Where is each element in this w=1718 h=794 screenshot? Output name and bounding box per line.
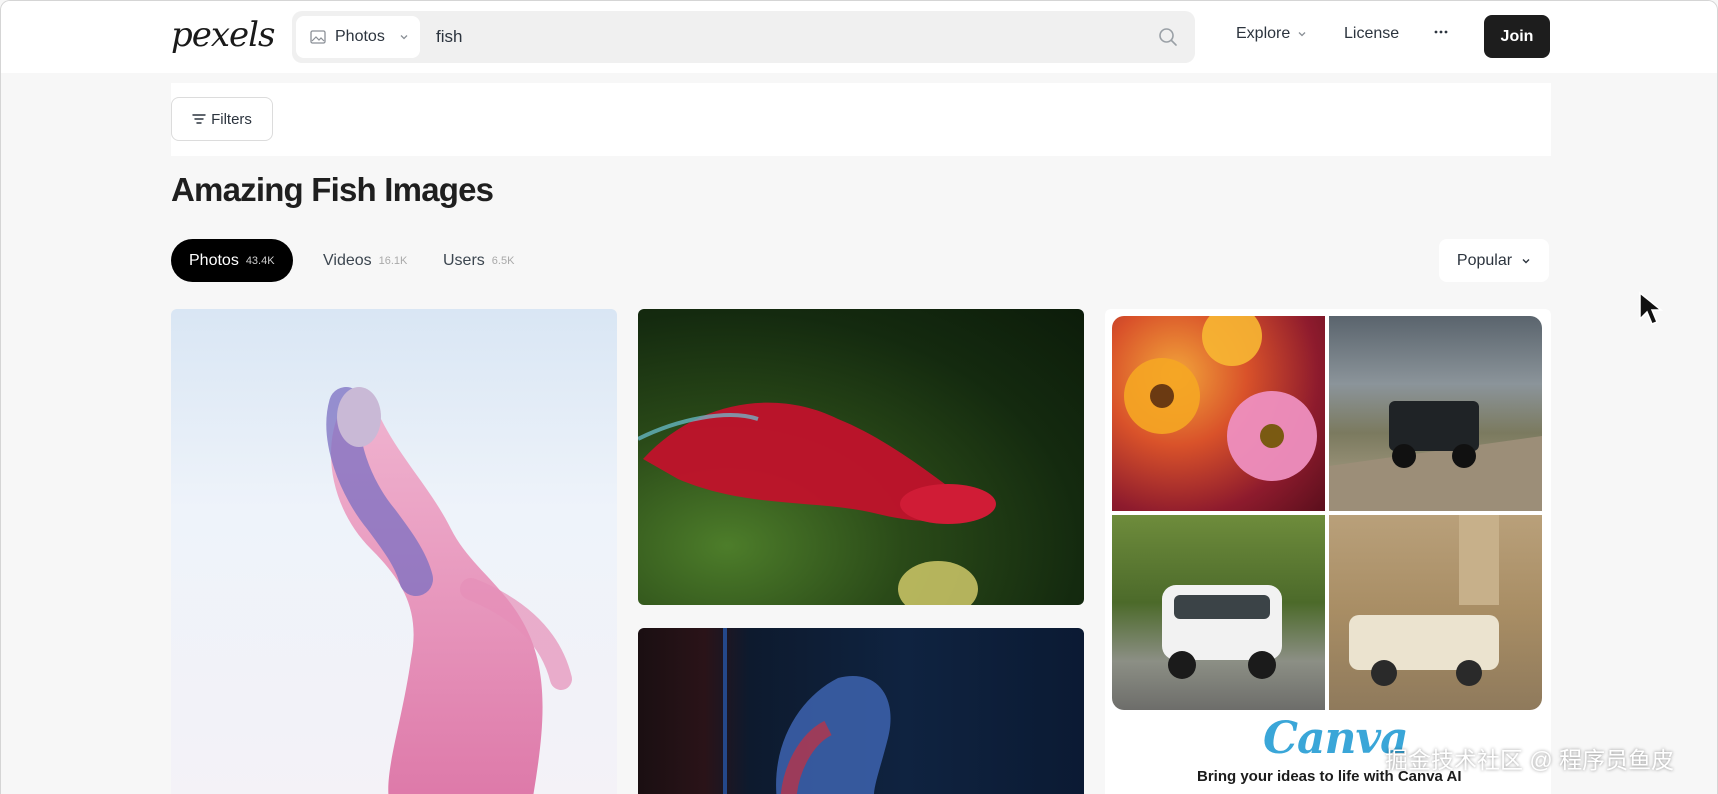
canva-advertisement[interactable]: Canva Bring your ideas to life with Canv…	[1105, 309, 1551, 794]
join-button[interactable]: Join	[1484, 15, 1550, 58]
pexels-logo[interactable]: pexels	[171, 15, 276, 55]
offroad-vehicle-illustration	[1329, 401, 1542, 511]
photo-pink-betta-fish[interactable]	[171, 309, 617, 794]
tab-photos[interactable]: Photos 43.4K	[171, 239, 293, 282]
sort-dropdown[interactable]: Popular	[1439, 239, 1549, 282]
explore-menu[interactable]: Explore	[1236, 25, 1307, 43]
search-bar: Photos	[292, 11, 1195, 63]
photo-blue-betta-fish[interactable]	[638, 628, 1084, 794]
tab-label: Videos	[323, 251, 372, 269]
tab-label: Photos	[189, 251, 239, 269]
ad-image-white-suv	[1112, 515, 1325, 710]
search-input[interactable]	[436, 19, 1136, 55]
filters-label: Filters	[211, 110, 252, 128]
filter-icon	[192, 114, 206, 124]
ad-image-vintage-car	[1329, 515, 1542, 710]
chevron-down-icon	[400, 35, 408, 40]
image-icon	[310, 30, 326, 44]
watermark: 掘金技术社区 @ 程序员鱼皮	[1385, 747, 1675, 773]
tab-label: Users	[443, 251, 485, 269]
red-fish-illustration	[638, 402, 996, 605]
tab-count: 6.5K	[491, 254, 515, 267]
license-link[interactable]: License	[1344, 25, 1399, 43]
chevron-down-icon	[1522, 258, 1530, 263]
vintage-car-illustration	[1349, 515, 1499, 686]
white-suv-illustration	[1162, 585, 1282, 679]
search-type-dropdown[interactable]: Photos	[296, 16, 420, 58]
filters-button[interactable]: Filters	[171, 97, 273, 141]
tab-videos[interactable]: Videos 16.1K	[323, 239, 407, 282]
tab-count: 43.4K	[245, 254, 275, 267]
blue-fish-illustration	[723, 628, 891, 794]
search-icon[interactable]	[1157, 26, 1179, 48]
mouse-cursor-icon	[1639, 291, 1664, 325]
more-icon[interactable]	[1433, 24, 1449, 40]
ad-image-flowers	[1112, 316, 1325, 511]
flowers-illustration	[1124, 316, 1317, 481]
filters-bar: Filters	[171, 83, 1551, 156]
browser-frame: pexels Photos Explore	[0, 0, 1718, 794]
chevron-down-icon	[1298, 32, 1306, 37]
tab-count: 16.1K	[378, 254, 408, 267]
search-type-label: Photos	[335, 28, 385, 45]
explore-label: Explore	[1236, 25, 1291, 42]
photo-red-betta-fish[interactable]	[638, 309, 1084, 605]
ad-image-offroad-vehicle	[1329, 316, 1542, 511]
page-title: Amazing Fish Images	[171, 171, 494, 208]
top-header: pexels Photos Explore	[1, 1, 1717, 73]
tab-users[interactable]: Users 6.5K	[443, 239, 514, 282]
sort-label: Popular	[1456, 251, 1513, 269]
betta-fish-illustration	[326, 387, 572, 794]
